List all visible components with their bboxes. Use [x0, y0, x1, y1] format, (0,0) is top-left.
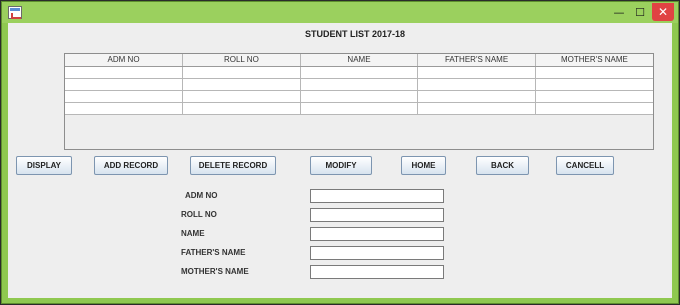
- title-bar[interactable]: — ☐ ✕: [2, 2, 678, 23]
- table-cell[interactable]: [300, 66, 419, 79]
- table-header-row: ADM NO ROLL NO NAME FATHER'S NAME MOTHER…: [65, 54, 653, 67]
- column-header-adm-no[interactable]: ADM NO: [65, 54, 184, 67]
- student-table-grid: ADM NO ROLL NO NAME FATHER'S NAME MOTHER…: [65, 54, 653, 115]
- cancel-button[interactable]: CANCELL: [556, 156, 614, 175]
- maximize-icon[interactable]: ☐: [630, 4, 650, 20]
- home-button[interactable]: HOME: [401, 156, 446, 175]
- column-header-roll-no[interactable]: ROLL NO: [182, 54, 301, 67]
- close-icon[interactable]: ✕: [652, 3, 674, 21]
- fathers-name-field[interactable]: [310, 246, 444, 260]
- table-row[interactable]: [65, 78, 653, 91]
- adm-no-field[interactable]: [310, 189, 444, 203]
- mothers-name-field[interactable]: [310, 265, 444, 279]
- display-button[interactable]: DISPLAY: [16, 156, 72, 175]
- table-cell[interactable]: [417, 78, 536, 91]
- table-row[interactable]: [65, 66, 653, 79]
- table-cell[interactable]: [65, 102, 184, 115]
- delete-record-button[interactable]: DELETE RECORD: [190, 156, 276, 175]
- table-cell[interactable]: [535, 78, 653, 91]
- table-row[interactable]: [65, 90, 653, 103]
- column-header-mothers-name[interactable]: MOTHER'S NAME: [535, 54, 653, 67]
- roll-no-field[interactable]: [310, 208, 444, 222]
- adm-no-label: ADM NO: [185, 191, 218, 200]
- table-cell[interactable]: [65, 78, 184, 91]
- table-row[interactable]: [65, 102, 653, 115]
- table-cell[interactable]: [182, 78, 301, 91]
- page-title: STUDENT LIST 2017-18: [304, 29, 406, 39]
- student-table[interactable]: ADM NO ROLL NO NAME FATHER'S NAME MOTHER…: [64, 53, 654, 150]
- mothers-name-label: MOTHER'S NAME: [181, 267, 249, 276]
- table-cell[interactable]: [535, 102, 653, 115]
- content-panel: STUDENT LIST 2017-18 ADM NO ROLL NO NAME…: [8, 23, 672, 298]
- name-field[interactable]: [310, 227, 444, 241]
- table-cell[interactable]: [65, 90, 184, 103]
- table-cell[interactable]: [182, 90, 301, 103]
- fathers-name-label: FATHER'S NAME: [181, 248, 246, 257]
- java-app-icon: [8, 6, 22, 19]
- app-window: — ☐ ✕ STUDENT LIST 2017-18 ADM NO ROLL N…: [1, 1, 679, 304]
- table-cell[interactable]: [535, 90, 653, 103]
- column-header-fathers-name[interactable]: FATHER'S NAME: [417, 54, 536, 67]
- table-cell[interactable]: [417, 90, 536, 103]
- table-cell[interactable]: [417, 102, 536, 115]
- back-button[interactable]: BACK: [476, 156, 529, 175]
- table-cell[interactable]: [182, 66, 301, 79]
- table-cell[interactable]: [300, 102, 419, 115]
- table-cell[interactable]: [300, 90, 419, 103]
- table-cell[interactable]: [65, 66, 184, 79]
- table-cell[interactable]: [182, 102, 301, 115]
- table-cell[interactable]: [417, 66, 536, 79]
- name-label: NAME: [181, 229, 205, 238]
- table-cell[interactable]: [300, 78, 419, 91]
- column-header-name[interactable]: NAME: [300, 54, 419, 67]
- minimize-icon[interactable]: —: [608, 4, 630, 20]
- modify-button[interactable]: MODIFY: [310, 156, 372, 175]
- table-cell[interactable]: [535, 66, 653, 79]
- add-record-button[interactable]: ADD RECORD: [94, 156, 168, 175]
- roll-no-label: ROLL NO: [181, 210, 217, 219]
